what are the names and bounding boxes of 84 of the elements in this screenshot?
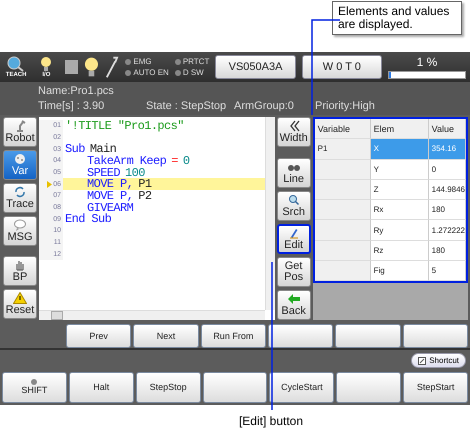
column-header: Value — [428, 118, 466, 140]
code-line: '!TITLE "Pro1.pcs" — [64, 120, 185, 132]
function-button[interactable]: Next — [133, 324, 199, 348]
lamp-icon — [31, 379, 38, 386]
function-button[interactable]: Prev — [66, 324, 132, 348]
horizontal-scrollbar[interactable] — [39, 310, 265, 320]
status-indicator: PRTCT — [174, 57, 210, 66]
program-name: Name:Pro1.pcs — [38, 84, 115, 100]
blank-button[interactable] — [402, 324, 468, 348]
code-line: SPEED 100 — [86, 166, 145, 178]
search-icon — [286, 194, 301, 206]
light-bulb-icon[interactable] — [84, 56, 98, 78]
stop-icon[interactable] — [64, 60, 78, 74]
table-cell[interactable]: Rx — [370, 200, 429, 220]
side-button[interactable]: BP — [3, 256, 37, 286]
table-cell — [314, 160, 371, 180]
column-header: Variable — [314, 118, 371, 140]
side-button[interactable]: Robot — [3, 116, 37, 147]
shortcut-icon — [418, 356, 426, 365]
magnifier-icon[interactable] — [7, 56, 26, 72]
state-text: State : StepStop — [146, 99, 228, 114]
tool-button[interactable]: Srch — [276, 190, 311, 221]
code-line: TakeArm Keep = 0 — [86, 155, 190, 167]
refresh-icon — [13, 186, 27, 198]
table-cell[interactable]: 5 — [428, 261, 466, 282]
table-cell[interactable]: 180 — [428, 240, 466, 262]
table-cell — [314, 180, 371, 200]
dice-icon — [13, 152, 27, 165]
side-button[interactable]: Trace — [3, 182, 37, 213]
table-cell[interactable]: Rz — [370, 240, 429, 262]
tool-button[interactable]: Back — [276, 290, 311, 320]
operation-button[interactable]: StepStop — [136, 372, 201, 403]
table-cell — [314, 240, 371, 262]
table-cell — [314, 200, 371, 220]
blank-button[interactable] — [336, 372, 402, 403]
side-button[interactable]: Var — [3, 150, 37, 180]
status-indicator: D SW — [174, 68, 210, 78]
robot-info-button[interactable]: VS050A3A — [215, 55, 296, 80]
blank-button[interactable] — [268, 324, 334, 348]
shift-button[interactable]: SHIFT — [2, 372, 67, 403]
tool-button[interactable]: Width — [276, 116, 311, 147]
column-header: Elem — [370, 118, 429, 140]
tool-button[interactable]: Get Pos — [276, 256, 311, 287]
table-cell[interactable]: 0 — [428, 160, 466, 180]
callout-note: Elements and values are displayed. — [332, 1, 462, 35]
operation-button[interactable]: StepStart — [403, 372, 468, 403]
vertical-scrollbar[interactable] — [264, 116, 275, 310]
robot-info-button[interactable]: W 0 T 0 — [302, 55, 382, 80]
code-line: Sub Main — [64, 143, 116, 155]
speed-reading: 1 % — [416, 56, 438, 69]
function-button[interactable]: Run From — [200, 324, 266, 348]
callout-caption: [Edit] button — [238, 414, 304, 428]
blank-button[interactable] — [202, 372, 268, 403]
side-button[interactable]: MSG — [3, 216, 37, 246]
operation-button[interactable]: CycleStart — [269, 372, 334, 403]
status-indicator: AUTO EN — [125, 68, 169, 78]
table-cell[interactable]: 180 — [428, 200, 466, 220]
left-arrow-icon — [286, 292, 301, 305]
table-cell[interactable]: Z — [370, 180, 429, 200]
table-cell — [314, 220, 371, 241]
speech-bubble-icon — [13, 218, 27, 231]
side-button[interactable]: Reset — [3, 288, 37, 319]
light-bulb-icon[interactable] — [41, 56, 52, 72]
blank-button[interactable] — [335, 324, 401, 348]
table-cell[interactable]: Ry — [370, 220, 429, 241]
wrench-icon[interactable] — [104, 55, 120, 80]
table-cell[interactable]: 144.9846 — [428, 180, 466, 200]
table-cell: P1 — [314, 139, 371, 160]
shortcut-button[interactable]: Shortcut — [411, 353, 466, 368]
priority-text: Priority:High — [315, 99, 376, 114]
status-indicator: EMG — [125, 57, 169, 66]
table-cell[interactable]: Y — [370, 160, 429, 180]
table-cell — [314, 261, 371, 282]
time-text: Time[s] : 3.90 — [38, 99, 106, 114]
table-cell[interactable]: Fig — [370, 261, 429, 282]
arm-group-text: ArmGroup:0 — [234, 99, 295, 114]
code-line: GIVEARM — [86, 202, 134, 214]
code-line: MOVE P, P2 — [86, 190, 152, 202]
tool-button[interactable]: Line — [276, 158, 311, 188]
code-line: End Sub — [64, 213, 112, 226]
operation-button[interactable]: Halt — [68, 372, 134, 403]
warning-icon — [13, 292, 27, 304]
table-cell[interactable]: 1.272222 — [428, 220, 466, 241]
tool-button[interactable]: Edit — [276, 224, 311, 254]
